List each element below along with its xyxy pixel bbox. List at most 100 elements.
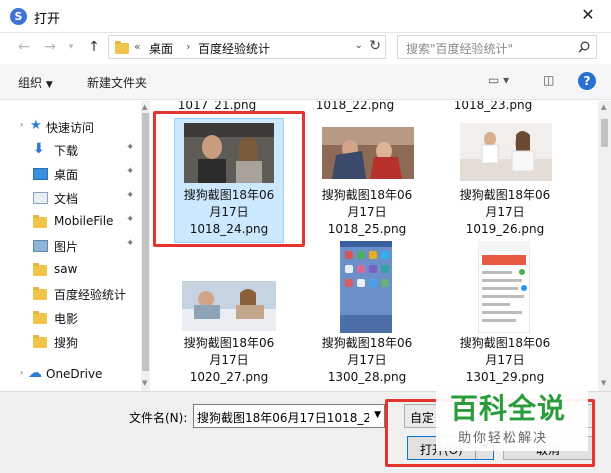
file-name-line: 搜狗截图18年06 (183, 336, 275, 350)
scroll-down-icon[interactable]: ▼ (601, 379, 606, 387)
pin-icon: ✦ (126, 142, 135, 153)
folder-icon (115, 41, 129, 54)
address-bar[interactable]: « 桌面 › 百度经验统计 ⌄ ↻ (108, 35, 386, 59)
watermark-title: 百科全说 (450, 392, 567, 425)
back-arrow-icon[interactable]: ← (14, 37, 34, 57)
folder-icon (33, 263, 47, 276)
sidebar-item-desktop[interactable]: 桌面 ✦ (0, 163, 140, 185)
phone-screenshot-thumbnail (340, 241, 392, 333)
file-name-line: 月17日 (485, 205, 525, 219)
file-name-line: 1300_28.png (327, 370, 407, 384)
sidebar-item-mobilefile[interactable]: MobileFile ✦ (0, 211, 140, 233)
sidebar-item-pictures[interactable]: 图片 ✦ (0, 235, 140, 257)
close-button[interactable]: ✕ (565, 0, 611, 30)
file-item[interactable]: 搜狗截图18年06 月17日 1301_29.png (440, 241, 570, 391)
file-name-line: 搜狗截图18年06 (321, 188, 413, 202)
refresh-icon[interactable]: ↻ (369, 38, 381, 54)
new-folder-button[interactable]: 新建文件夹 (87, 74, 147, 91)
file-name-line: 月17日 (485, 353, 525, 367)
forward-arrow-icon[interactable]: → (40, 37, 60, 57)
sidebar-item-documents[interactable]: 文档 ✦ (0, 187, 140, 209)
file-item[interactable]: 搜狗截图18年06 月17日 1019_26.png (440, 123, 570, 243)
view-options-icon[interactable]: ▭ ▾ (488, 73, 509, 87)
sidebar-label: MobileFile (54, 214, 114, 228)
organize-button[interactable]: 组织 ▼ (18, 74, 53, 91)
title-bar: S 打开 ✕ (0, 0, 611, 33)
sidebar-label: saw (54, 262, 78, 276)
file-item[interactable]: 搜狗截图18年06 月17日 1018_25.png (302, 123, 432, 243)
chevron-down-icon[interactable]: ▼ (374, 410, 381, 420)
sidebar-item-baidu-stats[interactable]: 百度经验统计 (0, 283, 140, 305)
breadcrumb-overflow[interactable]: « (134, 40, 141, 53)
star-icon: ★ (30, 118, 42, 133)
watermark-logo: 百科全说 助你轻松解决 (436, 385, 588, 451)
file-list-scroll-thumb[interactable] (601, 119, 608, 147)
scroll-up-icon[interactable]: ▲ (601, 103, 606, 111)
breadcrumb-current[interactable]: 百度经验统计 (198, 40, 270, 57)
sidebar-item-quick-access[interactable]: › ★ 快速访问 (0, 116, 140, 138)
filename-input[interactable]: 搜狗截图18年06月17日1018_24. ▼ (193, 404, 385, 428)
recent-locations-chevron-icon[interactable]: ▾ (61, 37, 81, 57)
file-name: 1018_23.png (453, 101, 533, 112)
search-placeholder: 搜索"百度经验统计" (406, 42, 514, 56)
toolbar: 组织 ▼ 新建文件夹 ▭ ▾ ◫ ? (0, 64, 611, 100)
file-item[interactable]: 1018_23.png (428, 101, 558, 114)
up-arrow-icon[interactable]: ↑ (84, 37, 104, 57)
expand-arrow-icon[interactable]: › (20, 120, 23, 129)
search-box[interactable]: 搜索"百度经验统计" (397, 35, 597, 59)
pin-icon: ✦ (126, 214, 135, 225)
file-name-line: 搜狗截图18年06 (321, 336, 413, 350)
folder-icon (33, 287, 47, 300)
filename-value[interactable]: 搜狗截图18年06月17日1018_24. (197, 409, 369, 426)
folder-icon (33, 335, 47, 348)
file-name-line: 月17日 (347, 205, 387, 219)
file-name: 1018_22.png (315, 101, 395, 112)
pictures-icon (33, 240, 48, 252)
search-icon[interactable] (578, 41, 590, 53)
watermark-subtitle: 助你轻松解决 (458, 431, 549, 446)
pin-icon: ✦ (126, 190, 135, 201)
file-item[interactable]: 搜狗截图18年06 月17日 1300_28.png (302, 241, 432, 391)
chevron-down-icon: ▼ (45, 80, 53, 90)
breadcrumb-chevron-icon[interactable]: › (186, 40, 190, 53)
file-name-line: 搜狗截图18年06 (459, 336, 551, 350)
sidebar-label: OneDrive (46, 367, 103, 381)
pin-icon: ✦ (126, 166, 135, 177)
sidebar-item-downloads[interactable]: ⬇ 下载 ✦ (0, 139, 140, 161)
file-name-line: 搜狗截图18年06 (459, 188, 551, 202)
preview-pane-icon[interactable]: ◫ (543, 73, 554, 87)
sidebar-label: 快速访问 (46, 121, 95, 135)
image-thumbnail (460, 123, 552, 181)
sidebar-item-saw[interactable]: saw (0, 259, 140, 281)
cloud-icon: ☁ (28, 365, 42, 381)
breadcrumb-desktop[interactable]: 桌面 (149, 40, 173, 57)
sidebar-label: 图片 (54, 240, 79, 254)
app-icon: S (10, 8, 27, 25)
window-title: 打开 (34, 12, 61, 27)
sidebar-item-onedrive[interactable]: › ☁ OneDrive (0, 364, 140, 386)
folder-icon (33, 215, 47, 228)
expand-arrow-icon[interactable]: › (20, 368, 23, 377)
folder-icon (33, 311, 47, 324)
sidebar-scrollbar[interactable]: ▲ ▼ (141, 101, 150, 391)
sidebar-label: 百度经验统计 (54, 288, 127, 302)
sidebar-item-sogou[interactable]: 搜狗 (0, 331, 140, 353)
sidebar-label: 文档 (54, 192, 79, 206)
sidebar-item-movies[interactable]: 电影 (0, 307, 140, 329)
image-thumbnail (182, 281, 276, 331)
scroll-down-icon[interactable]: ▼ (142, 379, 147, 387)
sidebar-scroll-thumb[interactable] (142, 113, 149, 371)
file-name-line: 月17日 (347, 353, 387, 367)
file-name-line: 1018_25.png (327, 222, 407, 236)
file-item[interactable]: 搜狗截图18年06 月17日 1020_27.png (164, 271, 294, 391)
address-dropdown-icon[interactable]: ⌄ (355, 40, 363, 51)
file-name-line: 1301_29.png (465, 370, 545, 384)
sidebar-label: 下载 (54, 144, 79, 158)
pin-icon: ✦ (126, 238, 135, 249)
file-list-scrollbar[interactable]: ▲ ▼ (598, 101, 611, 391)
navigation-bar: ← → ▾ ↑ « 桌面 › 百度经验统计 ⌄ ↻ 搜索"百度经验统计" (0, 33, 611, 61)
help-icon[interactable]: ? (578, 72, 596, 90)
file-name-line: 1019_26.png (465, 222, 545, 236)
file-item[interactable]: 1018_22.png (290, 101, 420, 114)
scroll-up-icon[interactable]: ▲ (142, 103, 147, 111)
